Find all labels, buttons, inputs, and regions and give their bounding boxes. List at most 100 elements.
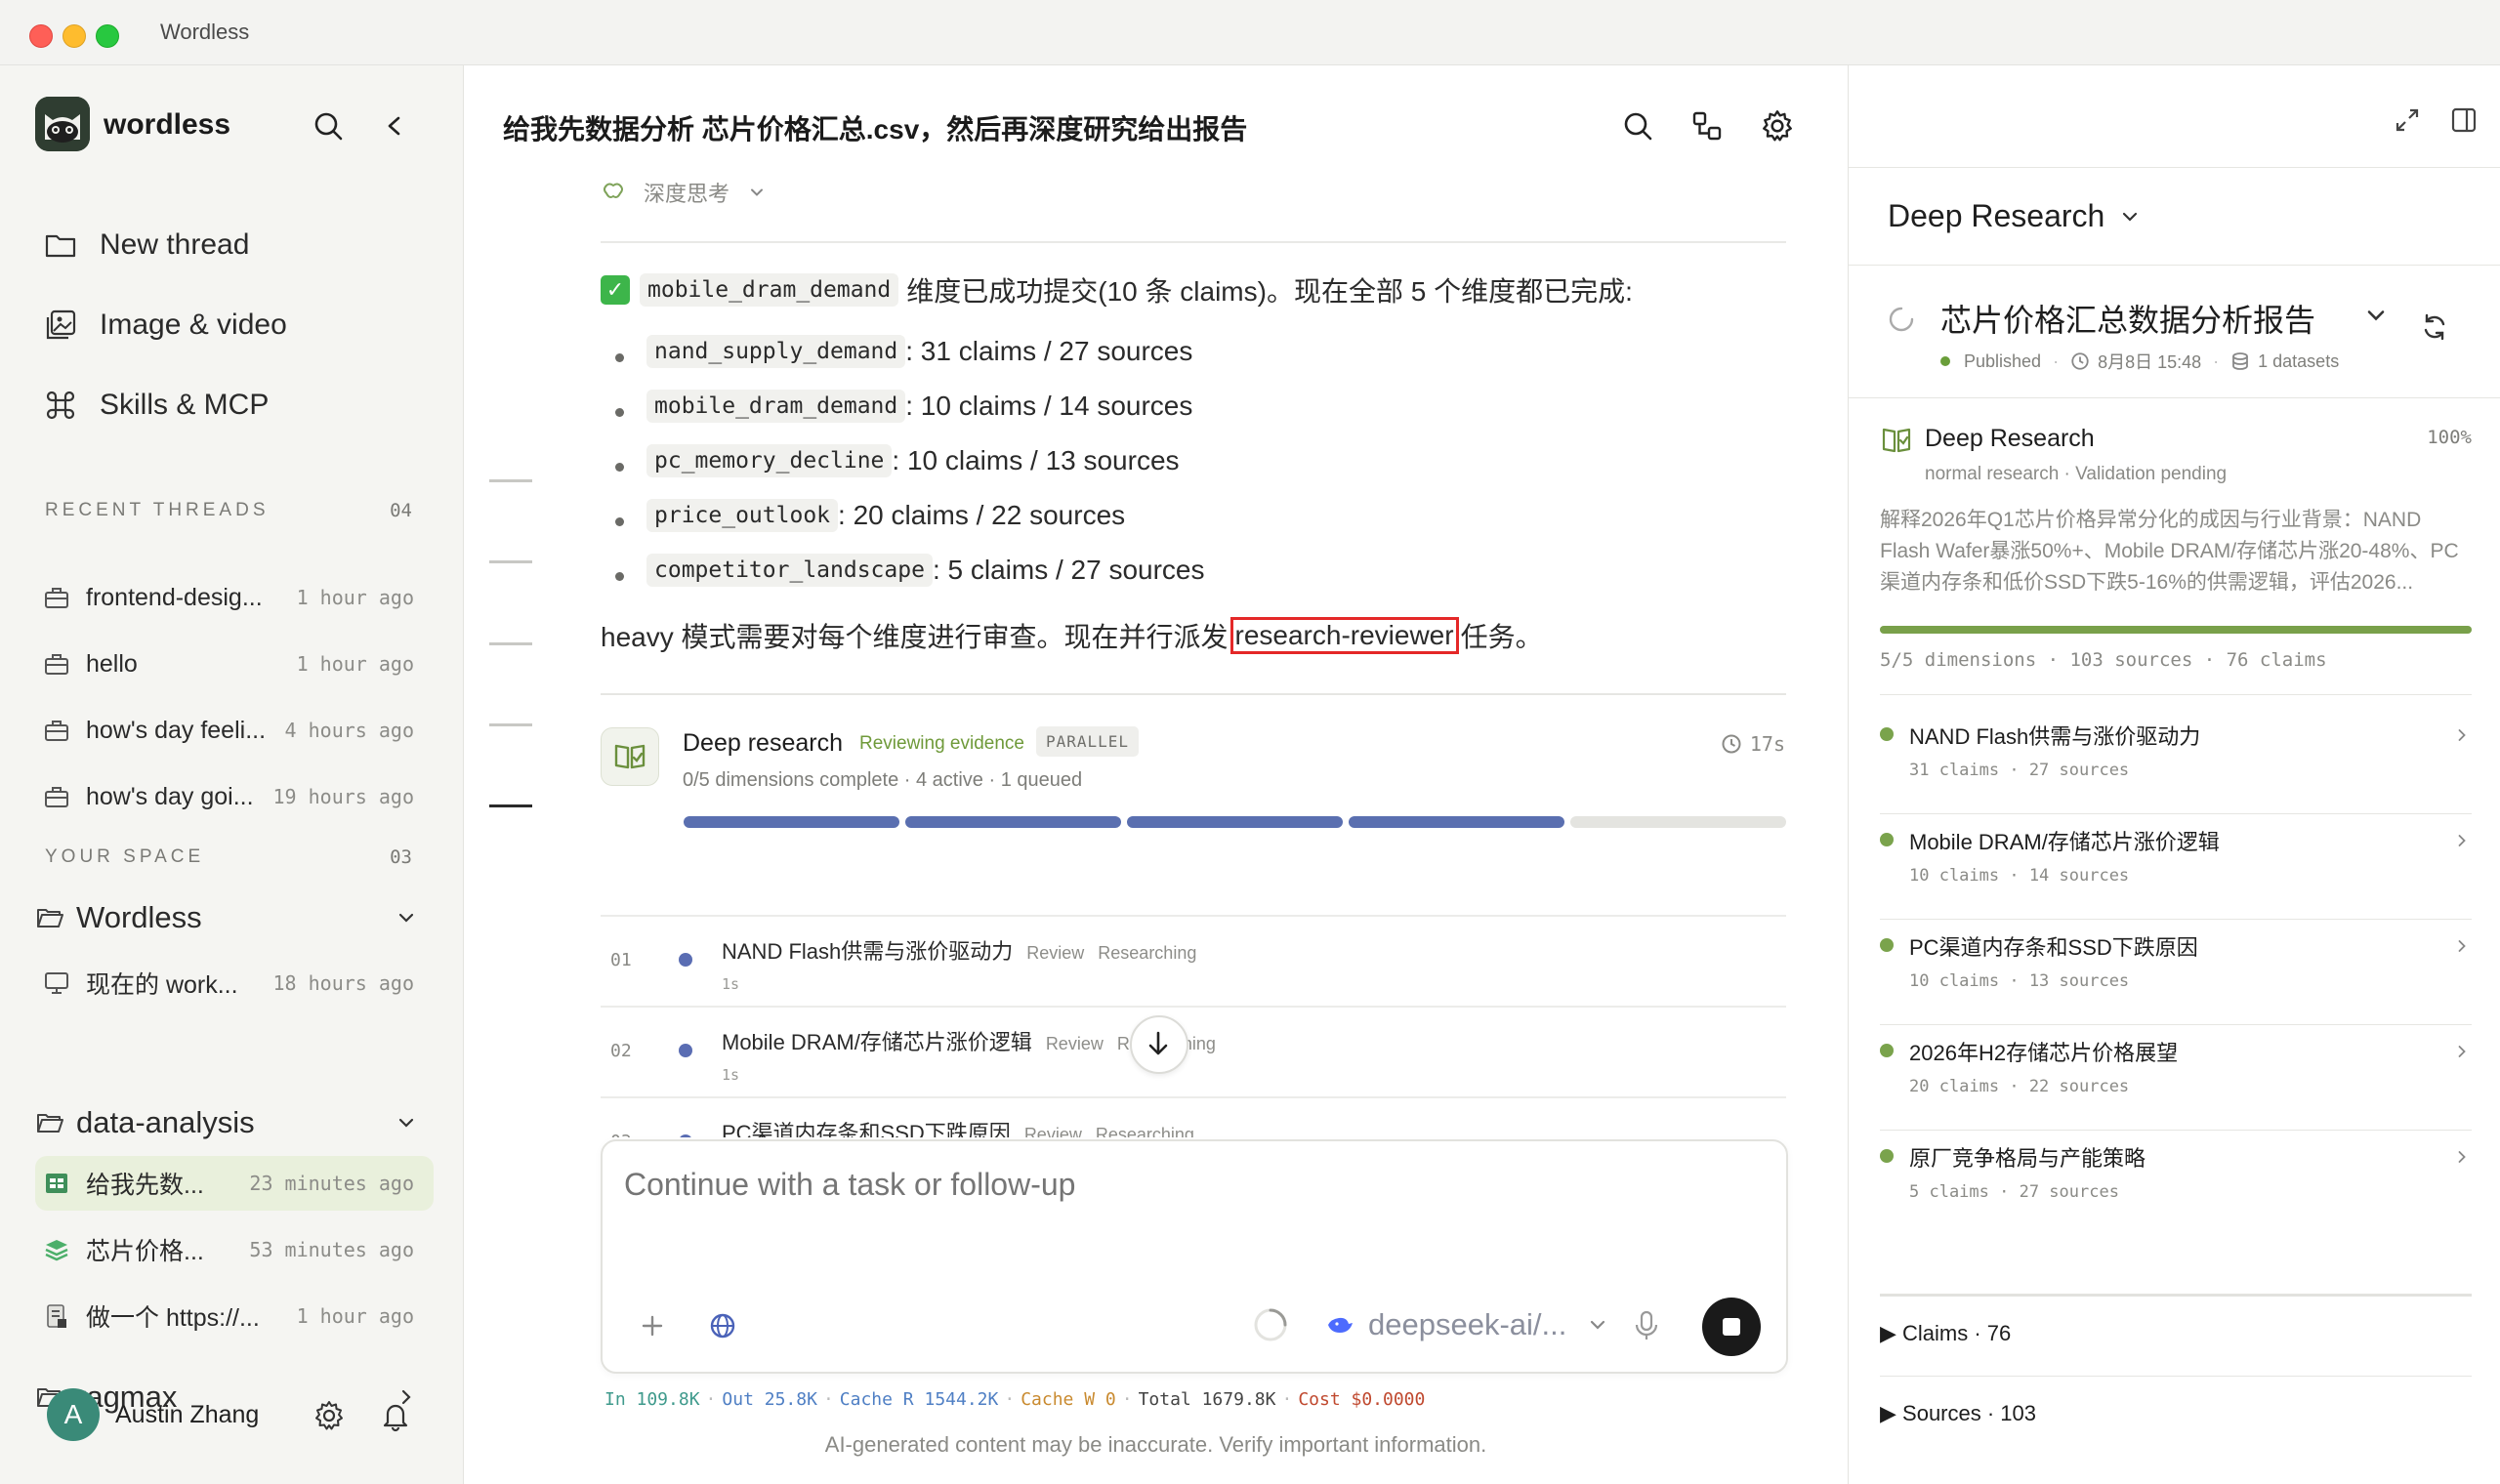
- space-thread-item[interactable]: 现在的 work... 18 hours ago: [35, 956, 434, 1010]
- thread-item[interactable]: how's day goi... 19 hours ago: [35, 769, 434, 824]
- dimension-row[interactable]: 03 PC渠道内存条和SSD下跌原因ReviewResearching 1s: [601, 1096, 1786, 1137]
- gear-icon[interactable]: [312, 1399, 346, 1432]
- bell-icon[interactable]: [379, 1399, 412, 1432]
- list-item-text: : 5 claims / 27 sources: [932, 555, 1205, 585]
- stop-button[interactable]: [1702, 1298, 1761, 1356]
- mode-select[interactable]: Deep Research: [1888, 198, 2142, 234]
- nav-skills-mcp[interactable]: Skills & MCP: [43, 378, 269, 433]
- nav-label: Skills & MCP: [100, 389, 270, 421]
- panel-dimension-item[interactable]: Mobile DRAM/存储芯片涨价逻辑 10 claims · 14 sour…: [1880, 813, 2472, 920]
- message-input[interactable]: [624, 1167, 1601, 1203]
- clock-icon: [2070, 351, 2090, 371]
- space-thread-item[interactable]: 做一个 https://... 1 hour ago: [35, 1289, 434, 1343]
- book-check-icon: [1880, 423, 1913, 456]
- claims-toggle[interactable]: ▶ Claims · 76: [1880, 1321, 2011, 1346]
- highlighted-text: research-reviewer: [1229, 617, 1459, 654]
- command-icon: [43, 388, 78, 423]
- thinking-toggle[interactable]: 深度思考: [601, 175, 767, 210]
- deep-research-stats: 5/5 dimensions · 103 sources · 76 claims: [1880, 649, 2327, 671]
- chevron-left-icon[interactable]: [377, 108, 412, 144]
- space-data-analysis[interactable]: data-analysis: [35, 1097, 434, 1148]
- space-title: Wordless: [76, 900, 202, 934]
- thread-time: 4 hours ago: [284, 719, 414, 742]
- space-thread-item-active[interactable]: 给我先数... 23 minutes ago: [35, 1156, 434, 1211]
- timeline-marker-active[interactable]: [489, 804, 532, 807]
- usage-stat: Total 1679.8K: [1138, 1389, 1276, 1410]
- separator: ·: [822, 1389, 834, 1410]
- nav-new-thread[interactable]: New thread: [43, 218, 249, 272]
- avatar[interactable]: A: [47, 1388, 100, 1441]
- list-item: competitor_landscape : 5 claims / 27 sou…: [646, 554, 1205, 587]
- divider: [1880, 1294, 2472, 1297]
- timeline-marker[interactable]: [489, 560, 532, 563]
- usage-stat: Cost $0.0000: [1298, 1389, 1426, 1410]
- dimension-row[interactable]: 01 NAND Flash供需与涨价驱动力 Review Researching 1…: [601, 915, 1786, 1007]
- panel-dimension-item[interactable]: 2026年H2存储芯片价格展望 20 claims · 22 sources: [1880, 1024, 2472, 1131]
- deep-research-title: Deep Research: [1925, 425, 2095, 452]
- list-item-text: : 20 claims / 22 sources: [838, 500, 1126, 530]
- dimension-title-text: PC渠道内存条和SSD下跌原因: [722, 1121, 1011, 1137]
- gear-icon[interactable]: [1760, 108, 1795, 144]
- dimension-stats: 10 claims · 14 sources: [1909, 866, 2130, 886]
- refresh-icon[interactable]: [2419, 311, 2450, 343]
- list-item: pc_memory_decline : 10 claims / 13 sourc…: [646, 444, 1180, 477]
- separator: ·: [1004, 1389, 1016, 1410]
- panel-dimension-item[interactable]: PC渠道内存条和SSD下跌原因 10 claims · 13 sources: [1880, 919, 2472, 1025]
- user-name[interactable]: Austin Zhang: [115, 1401, 259, 1429]
- brand-name: wordless: [104, 108, 231, 141]
- chevron-down-icon[interactable]: [395, 906, 418, 929]
- window-maximize-button[interactable]: [96, 24, 119, 48]
- chevron-down-icon[interactable]: [2362, 302, 2390, 329]
- timeline-marker[interactable]: [489, 723, 532, 726]
- list-item-text: : 10 claims / 13 sources: [892, 445, 1180, 475]
- sources-toggle[interactable]: ▶ Sources · 103: [1880, 1401, 2036, 1426]
- expand-icon[interactable]: [2392, 104, 2423, 136]
- timeline-marker[interactable]: [489, 479, 532, 482]
- brand-logo[interactable]: [35, 97, 90, 151]
- separator: ·: [2053, 350, 2060, 371]
- plus-icon[interactable]: [636, 1309, 669, 1342]
- scroll-down-button[interactable]: [1130, 1015, 1188, 1074]
- dimension-title: NAND Flash供需与涨价驱动力 Review Researching: [722, 934, 1196, 966]
- panel-toggle-icon[interactable]: [2448, 104, 2479, 136]
- report-title: 芯片价格汇总数据分析报告: [1940, 303, 2316, 338]
- timeline-marker[interactable]: [489, 642, 532, 645]
- space-thread-item[interactable]: 芯片价格... 53 minutes ago: [35, 1222, 434, 1277]
- message-text: heavy 模式需要对每个维度进行审查。现在并行派发: [601, 622, 1229, 652]
- inline-code: pc_memory_decline: [646, 444, 893, 477]
- list-item: nand_supply_demand : 31 claims / 27 sour…: [646, 335, 1192, 368]
- thread-time: 1 hour ago: [296, 1304, 414, 1328]
- chevron-down-icon[interactable]: [395, 1111, 418, 1134]
- dimension-row[interactable]: 02 Mobile DRAM/存储芯片涨价逻辑ReviewResearching…: [601, 1006, 1786, 1097]
- token-usage: In 109.8K · Out 25.8K · Cache R 1544.2K · Cach…: [604, 1389, 1431, 1410]
- deep-research-description: 解释2026年Q1芯片价格异常分化的成因与行业背景：NAND Flash Waf…: [1880, 509, 2459, 594]
- dimension-stats: 5 claims · 27 sources: [1909, 1182, 2119, 1202]
- separator: ·: [1281, 1389, 1293, 1410]
- chevron-right-icon: [2452, 1147, 2472, 1167]
- window-close-button[interactable]: [29, 24, 53, 48]
- image-icon: [43, 308, 78, 343]
- dimension-title-text: Mobile DRAM/存储芯片涨价逻辑: [722, 1030, 1032, 1054]
- thread-item[interactable]: frontend-desig... 1 hour ago: [35, 570, 434, 625]
- model-select[interactable]: deepseek-ai/...: [1325, 1301, 1609, 1348]
- share-nodes-icon[interactable]: [1689, 108, 1725, 144]
- dimension-tag-review: Review: [1045, 1034, 1104, 1053]
- search-icon[interactable]: [1620, 108, 1655, 144]
- thread-item[interactable]: how's day feeli... 4 hours ago: [35, 703, 434, 758]
- layers-icon: [43, 1236, 70, 1263]
- panel-dimension-item[interactable]: 原厂竞争格局与产能策略 5 claims · 27 sources: [1880, 1130, 2472, 1235]
- dimension-title: NAND Flash供需与涨价驱动力: [1909, 724, 2201, 749]
- window-minimize-button[interactable]: [62, 24, 86, 48]
- globe-icon[interactable]: [706, 1309, 739, 1342]
- dimension-title: 2026年H2存储芯片价格展望: [1909, 1041, 2179, 1065]
- thread-item[interactable]: hello 1 hour ago: [35, 637, 434, 691]
- status-dot: [1880, 833, 1894, 846]
- space-wordless[interactable]: Wordless: [35, 892, 434, 943]
- panel-dimension-item[interactable]: NAND Flash供需与涨价驱动力 31 claims · 27 source…: [1880, 708, 2472, 814]
- thread-title: 现在的 work...: [86, 971, 238, 999]
- nav-image-video[interactable]: Image & video: [43, 298, 287, 352]
- report-date: 8月8日 15:48: [2098, 352, 2202, 372]
- search-icon[interactable]: [311, 108, 346, 144]
- microphone-icon[interactable]: [1630, 1307, 1663, 1344]
- dimension-tag-state: Researching: [1098, 943, 1197, 963]
